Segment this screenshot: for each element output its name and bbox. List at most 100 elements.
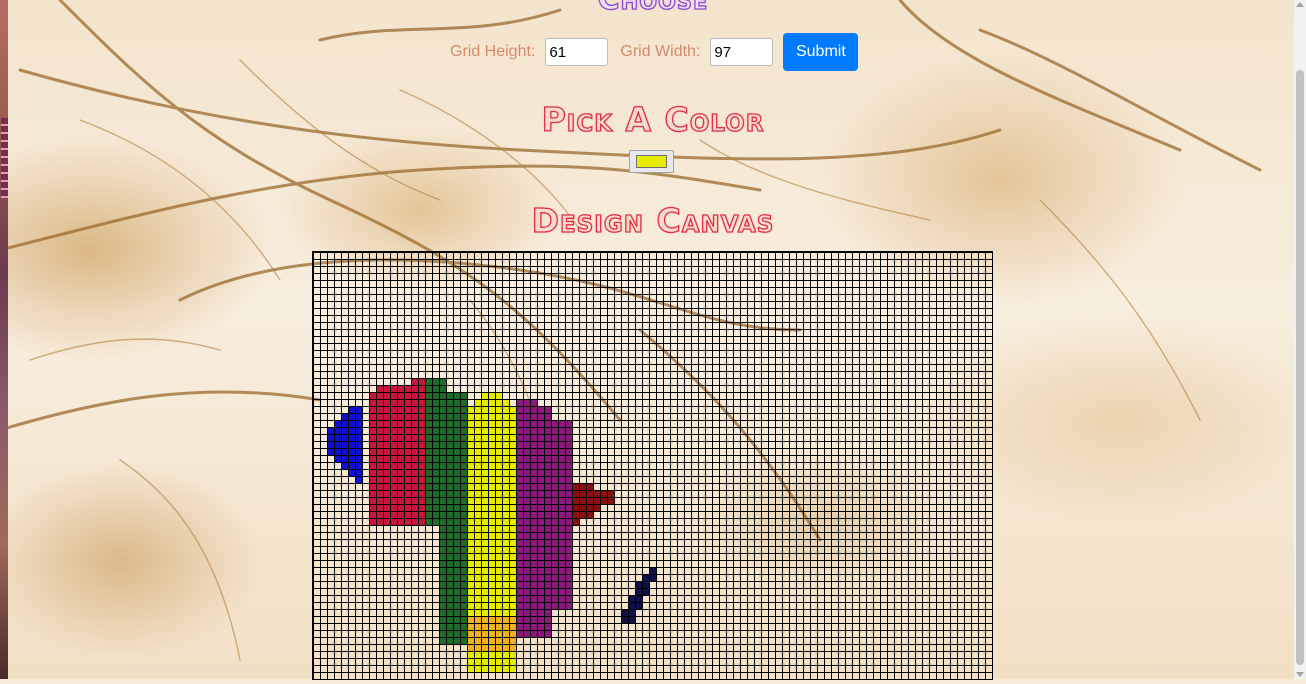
painted-cell[interactable]: [355, 406, 362, 413]
painted-cell[interactable]: [509, 616, 516, 623]
painted-cell[interactable]: [544, 462, 551, 469]
painted-cell[interactable]: [425, 518, 432, 525]
painted-cell[interactable]: [565, 602, 572, 609]
painted-cell[interactable]: [446, 616, 453, 623]
painted-cell[interactable]: [516, 595, 523, 602]
painted-cell[interactable]: [439, 532, 446, 539]
painted-cell[interactable]: [460, 434, 467, 441]
painted-cell[interactable]: [411, 406, 418, 413]
painted-cell[interactable]: [502, 448, 509, 455]
painted-cell[interactable]: [586, 483, 593, 490]
painted-cell[interactable]: [481, 546, 488, 553]
painted-cell[interactable]: [432, 483, 439, 490]
painted-cell[interactable]: [439, 441, 446, 448]
painted-cell[interactable]: [418, 518, 425, 525]
painted-cell[interactable]: [544, 588, 551, 595]
painted-cell[interactable]: [551, 581, 558, 588]
painted-cell[interactable]: [369, 511, 376, 518]
painted-cell[interactable]: [474, 637, 481, 644]
painted-cell[interactable]: [579, 511, 586, 518]
painted-cell[interactable]: [425, 413, 432, 420]
painted-cell[interactable]: [558, 539, 565, 546]
painted-cell[interactable]: [551, 490, 558, 497]
painted-cell[interactable]: [558, 602, 565, 609]
painted-cell[interactable]: [404, 490, 411, 497]
painted-cell[interactable]: [369, 406, 376, 413]
painted-cell[interactable]: [530, 616, 537, 623]
painted-cell[interactable]: [530, 476, 537, 483]
painted-cell[interactable]: [467, 455, 474, 462]
painted-cell[interactable]: [453, 462, 460, 469]
painted-cell[interactable]: [523, 595, 530, 602]
painted-cell[interactable]: [397, 518, 404, 525]
painted-cell[interactable]: [537, 511, 544, 518]
painted-cell[interactable]: [502, 483, 509, 490]
painted-cell[interactable]: [495, 406, 502, 413]
painted-cell[interactable]: [488, 665, 495, 672]
painted-cell[interactable]: [488, 532, 495, 539]
painted-cell[interactable]: [628, 595, 635, 602]
painted-cell[interactable]: [537, 532, 544, 539]
painted-cell[interactable]: [551, 469, 558, 476]
painted-cell[interactable]: [635, 595, 642, 602]
painted-cell[interactable]: [383, 441, 390, 448]
painted-cell[interactable]: [516, 630, 523, 637]
painted-cell[interactable]: [558, 448, 565, 455]
pixel-canvas[interactable]: [312, 251, 993, 680]
painted-cell[interactable]: [488, 406, 495, 413]
painted-cell[interactable]: [334, 455, 341, 462]
painted-cell[interactable]: [488, 476, 495, 483]
painted-cell[interactable]: [523, 616, 530, 623]
painted-cell[interactable]: [474, 546, 481, 553]
painted-cell[interactable]: [460, 602, 467, 609]
painted-cell[interactable]: [397, 462, 404, 469]
painted-cell[interactable]: [565, 567, 572, 574]
painted-cell[interactable]: [334, 448, 341, 455]
painted-cell[interactable]: [355, 441, 362, 448]
painted-cell[interactable]: [516, 490, 523, 497]
painted-cell[interactable]: [495, 511, 502, 518]
painted-cell[interactable]: [572, 497, 579, 504]
painted-cell[interactable]: [509, 420, 516, 427]
painted-cell[interactable]: [558, 420, 565, 427]
painted-cell[interactable]: [439, 434, 446, 441]
painted-cell[interactable]: [509, 518, 516, 525]
painted-cell[interactable]: [460, 567, 467, 574]
painted-cell[interactable]: [404, 476, 411, 483]
painted-cell[interactable]: [516, 588, 523, 595]
painted-cell[interactable]: [446, 434, 453, 441]
painted-cell[interactable]: [488, 518, 495, 525]
painted-cell[interactable]: [558, 490, 565, 497]
painted-cell[interactable]: [523, 455, 530, 462]
painted-cell[interactable]: [425, 504, 432, 511]
painted-cell[interactable]: [348, 448, 355, 455]
painted-cell[interactable]: [474, 441, 481, 448]
painted-cell[interactable]: [481, 413, 488, 420]
painted-cell[interactable]: [523, 497, 530, 504]
painted-cell[interactable]: [481, 567, 488, 574]
painted-cell[interactable]: [481, 392, 488, 399]
painted-cell[interactable]: [523, 525, 530, 532]
painted-cell[interactable]: [390, 406, 397, 413]
painted-cell[interactable]: [425, 476, 432, 483]
painted-cell[interactable]: [411, 392, 418, 399]
painted-cell[interactable]: [432, 441, 439, 448]
painted-cell[interactable]: [460, 399, 467, 406]
painted-cell[interactable]: [509, 644, 516, 651]
painted-cell[interactable]: [418, 476, 425, 483]
painted-cell[interactable]: [446, 441, 453, 448]
painted-cell[interactable]: [516, 539, 523, 546]
painted-cell[interactable]: [502, 553, 509, 560]
painted-cell[interactable]: [523, 609, 530, 616]
painted-cell[interactable]: [376, 462, 383, 469]
painted-cell[interactable]: [383, 413, 390, 420]
painted-cell[interactable]: [404, 504, 411, 511]
painted-cell[interactable]: [509, 574, 516, 581]
painted-cell[interactable]: [558, 434, 565, 441]
painted-cell[interactable]: [516, 581, 523, 588]
painted-cell[interactable]: [474, 553, 481, 560]
painted-cell[interactable]: [502, 504, 509, 511]
painted-cell[interactable]: [488, 420, 495, 427]
painted-cell[interactable]: [474, 560, 481, 567]
painted-cell[interactable]: [390, 490, 397, 497]
